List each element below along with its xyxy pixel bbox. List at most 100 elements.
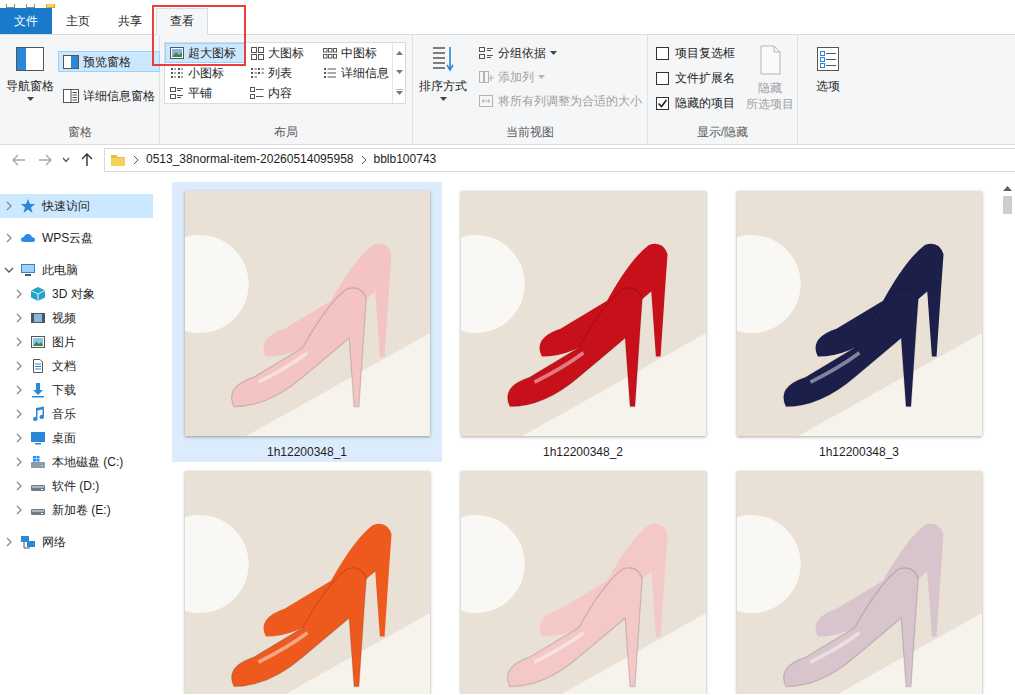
button-label[interactable]: 添加列 (498, 69, 534, 85)
nav-item-label[interactable]: WPS云盘 (42, 230, 93, 246)
layout-option[interactable]: 列表 (245, 63, 318, 83)
expander-icon[interactable] (14, 409, 24, 419)
nav-item[interactable]: 3D 对象 (0, 282, 153, 306)
nav-item-label[interactable]: 网络 (42, 534, 66, 550)
button-label[interactable]: 隐藏 (758, 80, 782, 96)
expander-icon[interactable] (14, 505, 24, 515)
nav-item-label[interactable]: 桌面 (52, 430, 76, 446)
file-item[interactable] (724, 462, 994, 694)
pane-button[interactable]: 预览窗格 (58, 51, 160, 72)
layout-option[interactable]: 小图标 (165, 63, 245, 83)
path-segment[interactable]: 0513_38normal-item-20260514095958 (146, 151, 354, 167)
view-button[interactable]: 添加列 (473, 65, 651, 89)
option-label[interactable]: 内容 (268, 85, 292, 101)
expander-icon[interactable] (4, 265, 14, 275)
expander-icon[interactable] (14, 313, 24, 323)
checkbox[interactable] (656, 47, 669, 60)
nav-item-label[interactable]: 新加卷 (E:) (52, 502, 111, 518)
ribbon-tab[interactable]: 主页 (52, 8, 104, 34)
thumbnail[interactable] (461, 471, 706, 694)
file-name[interactable]: 1h12200348_1 (267, 444, 347, 460)
nav-item[interactable]: 快速访问 (0, 194, 153, 218)
back-button[interactable] (6, 149, 32, 171)
ribbon-tab[interactable]: 查看 (156, 8, 208, 35)
layout-option[interactable]: 大图标 (245, 43, 318, 63)
tab-label[interactable]: 主页 (66, 13, 90, 29)
nav-item-label[interactable]: 软件 (D:) (52, 478, 99, 494)
checkbox-label[interactable]: 隐藏的项目 (675, 95, 735, 111)
view-button[interactable]: 将所有列调整为合适的大小 (473, 89, 651, 113)
thumbnail[interactable] (185, 471, 430, 694)
nav-item-label[interactable]: 3D 对象 (52, 286, 95, 302)
file-item[interactable]: 1h12200348_1 (172, 182, 442, 462)
checkbox-row[interactable]: 文件扩展名 (652, 66, 744, 91)
thumbnail[interactable] (185, 191, 430, 436)
tab-label[interactable]: 查看 (170, 13, 194, 29)
path-segment[interactable]: bblb100743 (374, 151, 437, 167)
file-item[interactable] (172, 462, 442, 694)
up-button[interactable] (74, 149, 100, 171)
nav-item-label[interactable]: 文档 (52, 358, 76, 374)
button-label[interactable]: 排序方式 (419, 78, 467, 94)
option-label[interactable]: 小图标 (188, 65, 224, 81)
scroll-up-button[interactable] (1003, 181, 1012, 196)
button-label[interactable]: 导航窗格 (6, 78, 54, 94)
option-label[interactable]: 超大图标 (188, 45, 236, 61)
nav-item-label[interactable]: 此电脑 (42, 262, 78, 278)
option-label[interactable]: 详细信息 (341, 65, 389, 81)
option-label[interactable]: 大图标 (268, 45, 304, 61)
expander-icon[interactable] (14, 481, 24, 491)
tab-label[interactable]: 文件 (14, 13, 38, 29)
layout-option[interactable]: 平铺 (165, 83, 245, 103)
checkbox-row[interactable]: 项目复选框 (652, 41, 744, 66)
file-name[interactable]: 1h12200348_2 (543, 444, 623, 460)
file-item[interactable] (448, 462, 718, 694)
forward-button[interactable] (32, 149, 58, 171)
button-label[interactable]: 将所有列调整为合适的大小 (498, 93, 642, 109)
nav-item[interactable]: 图片 (0, 330, 153, 354)
nav-item-label[interactable]: 快速访问 (42, 198, 90, 214)
button-label[interactable]: 所选项目 (746, 96, 794, 112)
thumbnail[interactable] (737, 191, 982, 436)
address-field[interactable]: 0513_38normal-item-20260514095958 bblb100… (104, 148, 1015, 172)
vertical-scrollbar[interactable] (1000, 181, 1015, 694)
expander-icon[interactable] (14, 289, 24, 299)
expander-icon[interactable] (4, 201, 14, 211)
layout-option[interactable]: 内容 (245, 83, 318, 103)
options-button[interactable]: 选项 (802, 41, 854, 123)
navigation-pane-button[interactable]: 导航窗格 (4, 41, 56, 123)
nav-item[interactable]: WPS云盘 (0, 226, 153, 250)
layout-option[interactable]: 详细信息 (318, 63, 392, 83)
checkbox[interactable] (656, 72, 669, 85)
nav-item-label[interactable]: 图片 (52, 334, 76, 350)
option-label[interactable]: 列表 (268, 65, 292, 81)
scroll-thumb[interactable] (1003, 196, 1012, 214)
sort-button[interactable]: 排序方式 (417, 41, 469, 123)
layout-option[interactable]: 超大图标 (165, 43, 245, 63)
ribbon-tab[interactable]: 文件 (0, 8, 52, 34)
expander-icon[interactable] (14, 337, 24, 347)
checkbox-label[interactable]: 项目复选框 (675, 45, 735, 61)
button-label[interactable]: 详细信息窗格 (83, 88, 155, 104)
expander-icon[interactable] (14, 385, 24, 395)
expander-icon[interactable] (14, 433, 24, 443)
nav-item-label[interactable]: 音乐 (52, 406, 76, 422)
file-item[interactable]: 1h12200348_2 (448, 182, 718, 462)
checkbox-label[interactable]: 文件扩展名 (675, 70, 735, 86)
hide-selected-button[interactable]: 隐藏所选项目 (744, 41, 796, 123)
file-item[interactable]: 1h12200348_3 (724, 182, 994, 462)
option-label[interactable]: 中图标 (341, 45, 377, 61)
checkbox[interactable] (656, 97, 669, 110)
expander-icon[interactable] (4, 233, 14, 243)
nav-item-label[interactable]: 下载 (52, 382, 76, 398)
nav-item[interactable]: 视频 (0, 306, 153, 330)
button-label[interactable]: 预览窗格 (83, 54, 131, 70)
nav-item-label[interactable]: 本地磁盘 (C:) (52, 454, 123, 470)
thumbnail[interactable] (737, 471, 982, 694)
nav-item[interactable]: 软件 (D:) (0, 474, 153, 498)
file-name[interactable]: 1h12200348_3 (819, 444, 899, 460)
expander-icon[interactable] (14, 361, 24, 371)
button-label[interactable]: 分组依据 (498, 45, 546, 61)
nav-item-label[interactable]: 视频 (52, 310, 76, 326)
view-button[interactable]: 分组依据 (473, 41, 651, 65)
